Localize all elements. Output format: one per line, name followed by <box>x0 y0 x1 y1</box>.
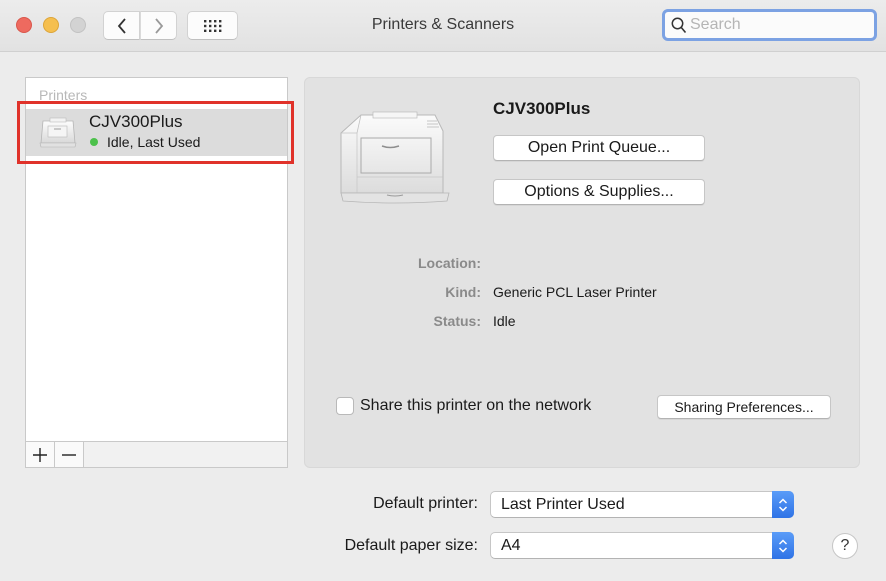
up-down-chevron-icon <box>772 491 794 518</box>
printer-name: CJV300Plus <box>89 112 183 131</box>
kind-value: Generic PCL Laser Printer <box>493 284 657 300</box>
forward-button[interactable] <box>140 11 177 40</box>
options-supplies-button[interactable]: Options & Supplies... <box>493 179 705 205</box>
list-footer <box>26 441 287 467</box>
sharing-preferences-button[interactable]: Sharing Preferences... <box>657 395 831 419</box>
close-window-button[interactable] <box>16 17 32 33</box>
zoom-window-button[interactable] <box>70 17 86 33</box>
back-button[interactable] <box>103 11 140 40</box>
printer-title: CJV300Plus <box>493 99 591 118</box>
title-bar: Printers & Scanners <box>0 0 886 52</box>
status-value: Idle <box>493 313 516 329</box>
plus-icon <box>33 447 47 462</box>
printer-list-item[interactable]: CJV300Plus Idle, Last Used <box>26 109 287 156</box>
printer-large-icon <box>340 111 450 204</box>
grid-icon <box>203 19 221 32</box>
minus-icon <box>62 453 76 456</box>
share-printer-checkbox[interactable] <box>336 397 354 415</box>
printer-status-text: Idle, Last Used <box>107 134 201 150</box>
search-input[interactable] <box>690 16 870 34</box>
add-printer-button[interactable] <box>26 442 55 467</box>
printer-icon <box>39 117 77 148</box>
minimize-window-button[interactable] <box>43 17 59 33</box>
chevron-left-icon <box>117 17 126 34</box>
printers-list: Printers CJV300Plus Idle, Last Used <box>25 77 288 468</box>
location-label: Location: <box>418 255 481 271</box>
default-printer-label: Default printer: <box>373 495 478 512</box>
printer-details-panel: CJV300Plus Open Print Queue... Options &… <box>304 77 860 468</box>
default-printer-select[interactable]: Last Printer Used <box>490 491 794 518</box>
open-print-queue-button[interactable]: Open Print Queue... <box>493 135 705 161</box>
default-paper-size-value: A4 <box>501 537 521 554</box>
show-all-button[interactable] <box>187 11 238 40</box>
search-icon <box>671 17 687 33</box>
status-label: Status: <box>433 313 481 329</box>
default-paper-size-label: Default paper size: <box>344 537 478 554</box>
kind-label: Kind: <box>445 284 481 300</box>
status-dot-icon <box>90 138 98 146</box>
chevron-right-icon <box>154 17 163 34</box>
search-field[interactable] <box>662 9 877 41</box>
up-down-chevron-icon <box>772 532 794 559</box>
printers-list-header: Printers <box>39 87 88 103</box>
default-paper-size-select[interactable]: A4 <box>490 532 794 559</box>
help-button[interactable]: ? <box>832 533 858 559</box>
remove-printer-button[interactable] <box>55 442 84 467</box>
default-printer-value: Last Printer Used <box>501 496 625 513</box>
printer-status: Idle, Last Used <box>90 134 200 150</box>
share-printer-label[interactable]: Share this printer on the network <box>360 397 591 415</box>
